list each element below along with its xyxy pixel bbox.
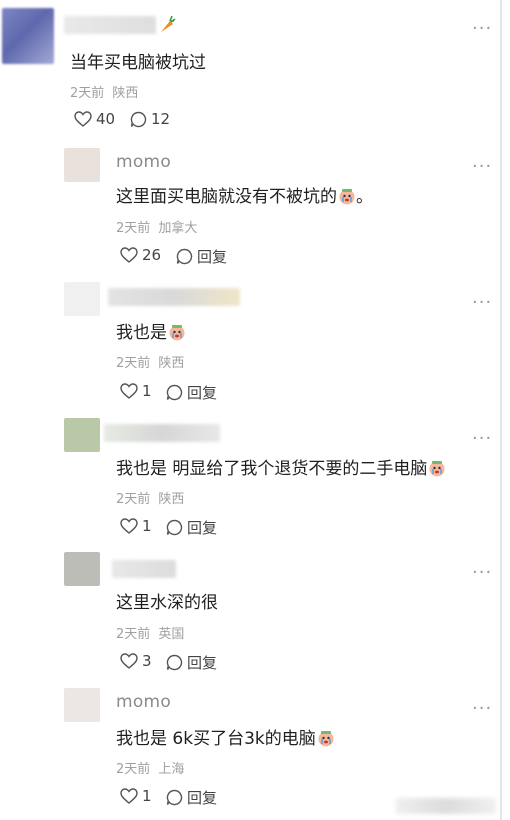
heart-icon: [120, 383, 138, 399]
comment-location: 陕西: [158, 492, 185, 507]
avatar[interactable]: [64, 282, 100, 316]
reply-count-button[interactable]: 12: [130, 110, 170, 128]
reply-label: 回复: [187, 519, 218, 537]
avatar[interactable]: [64, 148, 100, 182]
comment-text: 我也是: [116, 318, 186, 343]
comment-location: 陕西: [158, 356, 185, 371]
like-button[interactable]: 3: [120, 652, 152, 670]
heart-icon: [120, 247, 138, 263]
crying-emoji-icon: [168, 323, 186, 341]
like-button[interactable]: 1: [120, 517, 152, 535]
heart-icon: [120, 518, 138, 534]
comment-body: 我也是 明显给了我个退货不要的二手电脑: [116, 459, 428, 479]
comment-time: 2天前: [116, 356, 151, 371]
avatar[interactable]: [64, 418, 100, 452]
like-button[interactable]: 26: [120, 246, 161, 264]
username-blurred[interactable]: [112, 560, 176, 578]
reply-comment: momo ··· 这里面买电脑就没有不被坑的。 2天前 加拿大 26 回复: [0, 140, 500, 276]
comment-bubble-icon: [166, 384, 183, 401]
avatar[interactable]: [64, 688, 100, 722]
comment-text: 当年买电脑被坑过: [70, 53, 206, 73]
reply-count: 12: [151, 110, 171, 128]
comment-meta: 2天前 陕西: [116, 352, 184, 371]
heart-icon: [120, 788, 138, 804]
like-count: 1: [142, 517, 152, 535]
comment-bubble-icon: [130, 111, 147, 127]
reply-comment: ··· 这里水深的很 2天前 英国 3 回复: [0, 548, 500, 684]
comment-bubble-icon: [176, 248, 193, 265]
avatar[interactable]: [2, 8, 54, 64]
heart-icon: [120, 653, 138, 669]
comment-text: 这里水深的很: [116, 593, 218, 613]
like-count: 1: [142, 382, 152, 400]
like-button[interactable]: 1: [120, 787, 152, 805]
comment-text: 我也是 6k买了台3k的电脑: [116, 724, 335, 749]
reply-button[interactable]: 回复: [166, 382, 217, 403]
comment-text: 我也是 明显给了我个退货不要的二手电脑: [116, 454, 446, 479]
comment-body: 这里面买电脑就没有不被坑的: [116, 187, 337, 207]
like-count: 26: [142, 246, 162, 264]
comment-body: 我也是 6k买了台3k的电脑: [116, 729, 316, 749]
username-blurred[interactable]: [104, 424, 220, 442]
comment-time: 2天前: [116, 492, 151, 507]
comment-location: 上海: [158, 762, 185, 777]
username-blurred[interactable]: [64, 16, 156, 34]
like-button[interactable]: 40: [74, 110, 115, 128]
comment-meta: 2天前 加拿大: [116, 217, 197, 236]
comment-location: 陕西: [112, 86, 139, 101]
more-options-icon[interactable]: ···: [472, 158, 492, 176]
reply-label: 回复: [187, 654, 218, 672]
comment-bubble-icon: [166, 519, 183, 536]
reply-comment: ··· 我也是 明显给了我个退货不要的二手电脑 2天前 陕西 1 回复: [0, 412, 500, 548]
comment-bubble-icon: [166, 654, 183, 671]
reply-label: 回复: [197, 248, 228, 266]
comment-meta: 2天前 陕西: [70, 82, 138, 101]
reply-button[interactable]: 回复: [176, 246, 227, 267]
comment-location: 英国: [158, 627, 185, 642]
scrollbar-track[interactable]: [500, 0, 502, 820]
like-button[interactable]: 1: [120, 382, 152, 400]
crying-emoji-icon: [428, 459, 446, 477]
username-blurred[interactable]: [108, 288, 240, 306]
comment-time: 2天前: [116, 627, 151, 642]
reply-button[interactable]: 回复: [166, 787, 217, 808]
like-count: 1: [142, 787, 152, 805]
carrot-icon: [158, 14, 176, 38]
crying-emoji-icon: [317, 729, 335, 747]
comment-meta: 2天前 英国: [116, 623, 184, 642]
comment-meta: 2天前 陕西: [116, 488, 184, 507]
more-options-icon[interactable]: ···: [472, 700, 492, 718]
comment-body: 我也是: [116, 323, 167, 343]
more-options-icon[interactable]: ···: [472, 564, 492, 582]
username[interactable]: momo: [116, 692, 171, 712]
reply-label: 回复: [187, 384, 218, 402]
reply-comment: ··· 我也是 2天前 陕西 1 回复: [0, 276, 500, 412]
reply-button[interactable]: 回复: [166, 652, 217, 673]
username[interactable]: momo: [116, 152, 171, 172]
comment-time: 2天前: [70, 86, 105, 101]
comment-bubble-icon: [166, 789, 183, 806]
reply-button[interactable]: 回复: [166, 517, 217, 538]
comment-time: 2天前: [116, 762, 151, 777]
crying-emoji-icon: [338, 187, 356, 205]
more-options-icon[interactable]: ···: [472, 20, 492, 38]
comment-location: 加拿大: [158, 221, 198, 236]
more-options-icon[interactable]: ···: [472, 430, 492, 448]
comment-top: ··· 当年买电脑被坑过 2天前 陕西 40 12: [0, 0, 500, 140]
avatar[interactable]: [64, 552, 100, 586]
watermark-blurred: [396, 798, 496, 814]
reply-label: 回复: [187, 789, 218, 807]
heart-icon: [74, 111, 92, 127]
like-count: 40: [96, 110, 116, 128]
comment-suffix: 。: [356, 187, 373, 207]
more-options-icon[interactable]: ···: [472, 294, 492, 312]
comment-meta: 2天前 上海: [116, 758, 184, 777]
like-count: 3: [142, 652, 152, 670]
comment-text: 这里面买电脑就没有不被坑的。: [116, 182, 373, 207]
comment-time: 2天前: [116, 221, 151, 236]
